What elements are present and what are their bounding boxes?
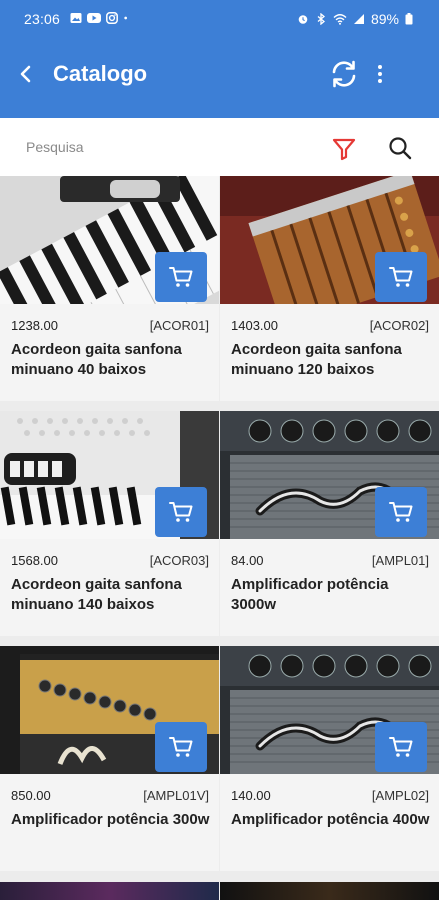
product-price: 1238.00 <box>11 318 58 333</box>
add-to-cart-button[interactable] <box>375 722 427 772</box>
battery-percentage: 89% <box>370 11 399 27</box>
add-to-cart-button[interactable] <box>155 487 207 537</box>
cart-icon <box>389 502 413 522</box>
add-to-cart-button[interactable] <box>375 252 427 302</box>
product-code: [ACOR02] <box>369 318 429 333</box>
more-vertical-icon <box>378 65 382 83</box>
product-name: Acordeon gaita sanfona minuano 40 baixos <box>11 341 182 378</box>
add-to-cart-button[interactable] <box>155 252 207 302</box>
notification-icons <box>70 12 131 24</box>
search-button[interactable] <box>387 135 413 161</box>
alarm-icon <box>298 15 308 24</box>
bluetooth-icon <box>317 13 325 25</box>
dot-icon <box>124 16 127 20</box>
product-grid: 1238.00 [ACOR01] Acordeon gaita sanfona … <box>0 176 439 900</box>
cart-icon <box>169 502 193 522</box>
filter-button[interactable] <box>331 136 357 162</box>
product-image <box>0 882 219 900</box>
app-bar: Catalogo <box>0 38 439 118</box>
back-arrow-icon <box>20 65 31 83</box>
product-card[interactable]: 140.00 [AMPL02] Amplificador potência 40… <box>220 646 439 871</box>
signal-icon <box>353 14 364 24</box>
instagram-icon <box>106 12 118 24</box>
more-options-button[interactable] <box>368 60 392 88</box>
product-name: Acordeon gaita sanfona minuano 140 baixo… <box>11 576 182 613</box>
status-time: 23:06 <box>24 11 61 27</box>
product-name: Amplificador potência 3000w <box>231 576 389 613</box>
product-card[interactable]: 850.00 [AMPL01V] Amplificador potência 3… <box>0 646 219 871</box>
product-price: 850.00 <box>11 788 51 803</box>
product-code: [AMPL01] <box>371 553 429 568</box>
product-card[interactable]: 84.00 [AMPL01] Amplificador potência 300… <box>220 411 439 636</box>
system-icons: 89% <box>297 11 413 27</box>
youtube-icon <box>87 13 101 23</box>
cart-icon <box>389 737 413 757</box>
search-bar <box>0 118 439 176</box>
filter-icon <box>332 138 356 161</box>
next-row-peek <box>0 882 439 900</box>
product-code: [ACOR01] <box>149 318 209 333</box>
cart-icon <box>169 267 193 287</box>
product-name: Amplificador potência 400w <box>231 811 430 828</box>
product-card[interactable]: 1403.00 [ACOR02] Acordeon gaita sanfona … <box>220 176 439 401</box>
add-to-cart-button[interactable] <box>155 722 207 772</box>
add-to-cart-button[interactable] <box>375 487 427 537</box>
cart-icon <box>169 737 193 757</box>
product-name: Amplificador potência 300w <box>11 811 210 828</box>
search-input[interactable] <box>22 132 312 162</box>
product-price: 140.00 <box>231 788 271 803</box>
product-price: 84.00 <box>231 553 264 568</box>
page-title: Catalogo <box>53 61 148 86</box>
product-code: [AMPL02] <box>371 788 429 803</box>
gallery-icon <box>70 13 82 23</box>
product-image <box>220 882 439 900</box>
cart-icon <box>389 267 413 287</box>
product-code: [AMPL01V] <box>143 788 209 803</box>
back-button[interactable] <box>12 60 40 88</box>
product-card[interactable]: 1568.00 [ACOR03] Acordeon gaita sanfona … <box>0 411 219 636</box>
wifi-icon <box>333 14 347 25</box>
sync-icon <box>332 60 356 88</box>
sync-button[interactable] <box>328 58 360 90</box>
product-name: Acordeon gaita sanfona minuano 120 baixo… <box>231 341 402 378</box>
product-code: [ACOR03] <box>149 553 209 568</box>
status-bar: 23:06 89% <box>0 0 439 38</box>
search-icon <box>389 137 412 160</box>
battery-icon <box>405 13 413 25</box>
product-price: 1568.00 <box>11 553 58 568</box>
product-price: 1403.00 <box>231 318 278 333</box>
product-card[interactable]: 1238.00 [ACOR01] Acordeon gaita sanfona … <box>0 176 219 401</box>
